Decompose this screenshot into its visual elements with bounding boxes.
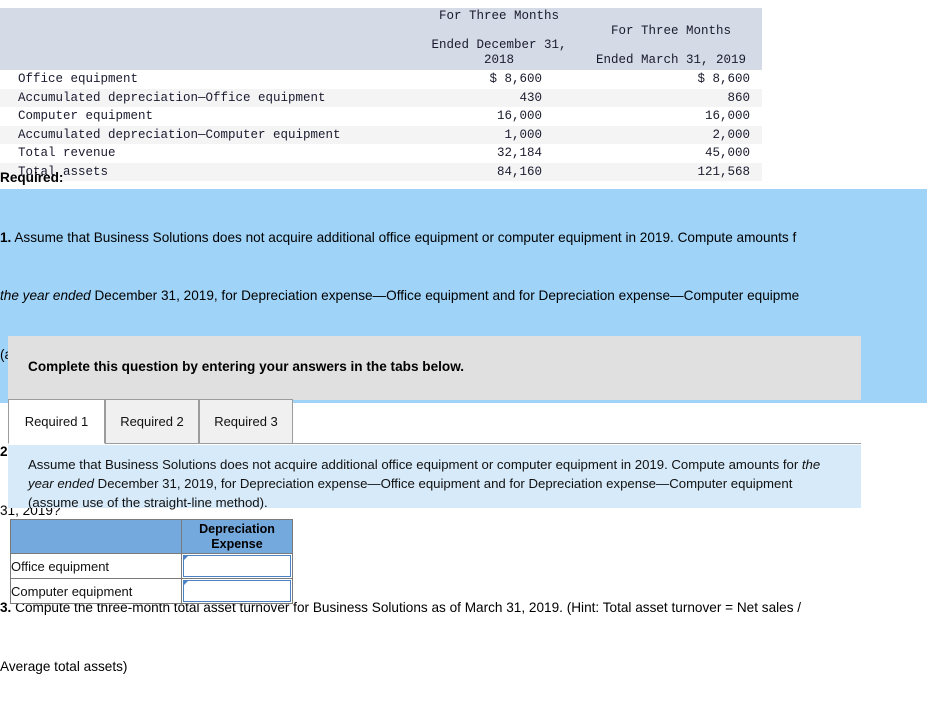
table-row: Total revenue 32,184 45,000 (0, 144, 762, 163)
answer-header-blank (10, 519, 182, 554)
answer-tabs: Required 1 Required 2 Required 3 (8, 399, 861, 444)
table-top-spacer (0, 0, 762, 8)
required-heading: Required: (0, 170, 64, 185)
answer-table-body: Office equipment Computer equipment (10, 553, 293, 604)
row-label: Accumulated depreciation—Computer equipm… (0, 125, 418, 144)
row-value-period-2: $ 8,600 (590, 70, 762, 89)
complete-question-panel: Complete this question by entering your … (8, 336, 861, 400)
answer-input-cell-computer-equipment[interactable] (181, 578, 293, 604)
tab-required-1[interactable]: Required 1 (8, 399, 105, 444)
complete-question-text: Complete this question by entering your … (28, 359, 465, 374)
tab-required-3-label: Required 3 (214, 414, 278, 429)
required-item-1-italic: the year ended (0, 288, 91, 303)
answer-row-label-computer-equipment: Computer equipment (10, 578, 182, 604)
tab-instruction-text: Assume that Business Solutions does not … (28, 455, 838, 512)
depreciation-answer-table: Depreciation Expense Office equipment Co… (10, 519, 293, 604)
table-row: Computer equipment 16,000 16,000 (0, 107, 762, 126)
answer-header-depreciation-expense: Depreciation Expense (181, 519, 293, 554)
row-value-period-1: $ 8,600 (418, 70, 590, 89)
answer-table-header-row: Depreciation Expense (10, 519, 293, 554)
row-value-period-1: 32,184 (418, 144, 590, 163)
row-label: Office equipment (0, 70, 418, 89)
row-value-period-2: 16,000 (590, 107, 762, 126)
tab-instruction-part-1: Assume that Business Solutions does not … (28, 457, 802, 472)
required-item-1-text-a: Assume that Business Solutions does not … (11, 229, 797, 245)
table-row: Accumulated depreciation—Office equipmen… (0, 88, 762, 107)
header-period-1: For Three Months Ended December 31, 2018 (418, 8, 590, 70)
tab-required-2-label: Required 2 (120, 414, 184, 429)
tab-required-3[interactable]: Required 3 (199, 399, 293, 443)
row-value-period-1: 430 (418, 88, 590, 107)
header-period-2: For Three Months Ended March 31, 2019 (590, 8, 762, 70)
header-period-2-main: Ended March 31, 2019 (595, 53, 747, 67)
computer-equipment-depreciation-input[interactable] (183, 580, 291, 602)
row-value-period-1: 1,000 (418, 125, 590, 144)
row-label: Total revenue (0, 144, 418, 163)
required-item-1-line-1: 1. Assume that Business Solutions does n… (0, 228, 927, 248)
tab-instruction-part-2: December 31, 2019, for Depreciation expe… (28, 476, 793, 510)
row-value-period-1: 16,000 (418, 107, 590, 126)
office-equipment-depreciation-input[interactable] (183, 555, 291, 577)
required-item-1-text-b: December 31, 2019, for Depreciation expe… (90, 288, 800, 303)
tab-required-2[interactable]: Required 2 (105, 399, 199, 443)
table-row: Office equipment (10, 553, 293, 579)
header-period-1-clipped: For Three Months (438, 9, 560, 23)
required-item-1-number: 1. (0, 229, 12, 245)
required-item-3-line-2: Average total assets) (0, 658, 128, 674)
table-header-row: For Three Months Ended December 31, 2018… (0, 8, 762, 70)
row-value-period-2: 2,000 (590, 125, 762, 144)
answer-input-cell-office-equipment[interactable] (181, 553, 293, 579)
header-period-1-main: Ended December 31, 2018 (431, 38, 567, 67)
row-label: Computer equipment (0, 107, 418, 126)
tab-required-1-label: Required 1 (24, 414, 89, 429)
row-label: Accumulated depreciation—Office equipmen… (0, 88, 418, 107)
required-item-1-line-2: the year ended December 31, 2019, for De… (0, 286, 927, 306)
table-row: Accumulated depreciation—Computer equipm… (0, 125, 762, 144)
tab-instruction-panel: Assume that Business Solutions does not … (8, 445, 861, 510)
tabs-underline (8, 443, 861, 444)
table-row: Computer equipment (10, 578, 293, 604)
header-period-2-clipped: For Three Months (610, 24, 732, 38)
header-blank (0, 8, 418, 70)
table-row: Office equipment $ 8,600 $ 8,600 (0, 70, 762, 89)
row-value-period-2: 860 (590, 88, 762, 107)
answer-row-label-office-equipment: Office equipment (10, 553, 182, 579)
row-value-period-2: 45,000 (590, 144, 762, 163)
